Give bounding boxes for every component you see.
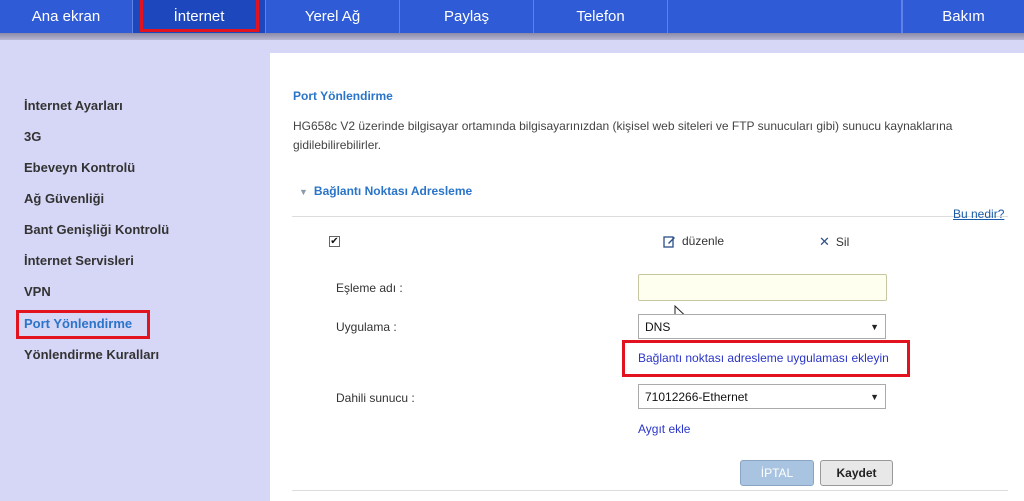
tab-spacer xyxy=(668,0,902,33)
section-header[interactable]: ▼ Bağlantı Noktası Adresleme xyxy=(299,184,472,198)
tab-phone[interactable]: Telefon xyxy=(534,0,668,33)
internal-server-select[interactable]: 71012266-Ethernet ▼ xyxy=(638,384,886,409)
top-navigation: Ana ekran İnternet Yerel Ağ Paylaş Telef… xyxy=(0,0,1024,33)
delete-button[interactable]: ✕ Sil xyxy=(819,234,849,250)
bottom-divider xyxy=(292,490,1008,491)
internal-server-label: Dahili sunucu : xyxy=(336,391,415,405)
cancel-button[interactable]: İPTAL xyxy=(740,460,814,486)
save-button[interactable]: Kaydet xyxy=(820,460,893,486)
sidebar-item-vpn[interactable]: VPN xyxy=(24,284,51,299)
tab-label: Yerel Ağ xyxy=(304,8,361,25)
sidebar-item-internet-settings[interactable]: İnternet Ayarları xyxy=(24,98,123,113)
triangle-down-icon: ▼ xyxy=(299,187,308,197)
application-value: DNS xyxy=(645,319,671,334)
add-device-link[interactable]: Aygıt ekle xyxy=(638,422,690,436)
select-checkbox[interactable]: ✔ xyxy=(329,236,340,247)
add-port-mapping-application-link[interactable]: Bağlantı noktası adresleme uygulaması ek… xyxy=(638,351,889,365)
tab-label: İnternet xyxy=(173,8,225,25)
sidebar-item-3g[interactable]: 3G xyxy=(24,129,41,144)
tab-label: Bakım xyxy=(942,8,985,25)
tab-home[interactable]: Ana ekran xyxy=(0,0,133,33)
application-label: Uygulama : xyxy=(336,320,397,334)
tab-label: Paylaş xyxy=(443,8,490,25)
sidebar-item-routing-rules[interactable]: Yönlendirme Kuralları xyxy=(24,347,159,362)
tab-maintenance[interactable]: Bakım xyxy=(902,0,1024,33)
sidebar-item-bandwidth-control[interactable]: Bant Genişliği Kontrolü xyxy=(24,222,169,237)
page-title: Port Yönlendirme xyxy=(293,89,393,103)
main-panel: Port Yönlendirme HG658c V2 üzerinde bilg… xyxy=(270,53,1024,501)
page-description: HG658c V2 üzerinde bilgisayar ortamında … xyxy=(293,119,953,152)
tab-local-network[interactable]: Yerel Ağ xyxy=(266,0,400,33)
nav-underline xyxy=(0,33,1024,40)
help-link[interactable]: Bu nedir? xyxy=(953,207,1004,221)
edit-icon xyxy=(663,235,675,248)
delete-label: Sil xyxy=(835,235,850,249)
triangle-down-icon: ▼ xyxy=(870,391,879,402)
edit-button[interactable]: düzenle xyxy=(663,234,724,248)
sidebar-item-network-security[interactable]: Ağ Güvenliği xyxy=(24,191,104,206)
mapping-name-input[interactable] xyxy=(638,274,887,301)
section-divider xyxy=(292,216,1008,217)
triangle-down-icon: ▼ xyxy=(870,321,879,332)
sidebar: İnternet Ayarları 3G Ebeveyn Kontrolü Ağ… xyxy=(0,40,270,501)
application-select[interactable]: DNS ▼ xyxy=(638,314,886,339)
sidebar-item-internet-services[interactable]: İnternet Servisleri xyxy=(24,253,134,268)
internal-server-value: 71012266-Ethernet xyxy=(645,389,748,404)
sidebar-item-parental-control[interactable]: Ebeveyn Kontrolü xyxy=(24,160,135,175)
edit-label: düzenle xyxy=(682,234,725,248)
mapping-name-label: Eşleme adı : xyxy=(336,281,403,295)
section-title: Bağlantı Noktası Adresleme xyxy=(313,184,473,198)
close-icon: ✕ xyxy=(819,234,830,249)
tab-label: Telefon xyxy=(576,8,625,25)
sidebar-item-port-forwarding[interactable]: Port Yönlendirme xyxy=(24,316,132,331)
checkmark-icon: ✔ xyxy=(330,235,339,247)
tab-share[interactable]: Paylaş xyxy=(400,0,534,33)
tab-label: Ana ekran xyxy=(31,8,101,25)
tab-internet[interactable]: İnternet xyxy=(133,0,266,33)
